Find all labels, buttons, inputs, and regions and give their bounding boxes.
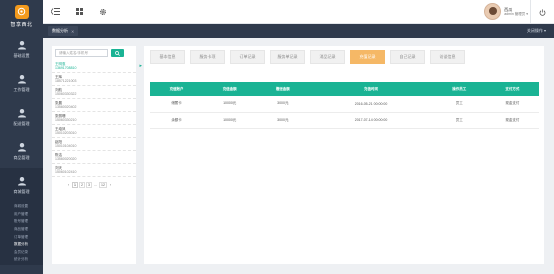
sidebar-item-label: 基础设置 bbox=[13, 52, 30, 58]
detail-panel: 基本信息 服务卡项 订单记录 服务单记录 消品记录 充值记录 自己记录 访谈信息… bbox=[144, 46, 544, 264]
submenu-item[interactable]: 商城设置 bbox=[0, 203, 43, 211]
list-item[interactable]: 刘天 15060102410 bbox=[52, 164, 136, 177]
sidebar-item-work[interactable]: 工作管理 bbox=[0, 66, 43, 100]
chevron-right-icon: ▸ bbox=[139, 63, 142, 69]
page-button[interactable]: 12 bbox=[99, 182, 107, 188]
page-button[interactable]: 1 bbox=[72, 182, 78, 188]
sidebar-submenu: 商城设置 用户管理 账号管理 商品管理 订单管理 数据分析 会员记录 统计分析 bbox=[0, 202, 43, 265]
table-cell: 10000元 bbox=[203, 96, 257, 113]
detail-tabs: 基本信息 服务卡项 订单记录 服务单记录 消品记录 充值记录 自己记录 访谈信息 bbox=[144, 46, 544, 64]
prev-page-icon[interactable]: ‹ bbox=[66, 182, 71, 188]
gear-icon[interactable] bbox=[91, 0, 115, 24]
page-button[interactable]: 3 bbox=[86, 182, 92, 188]
tab-orders[interactable]: 订单记录 bbox=[230, 50, 265, 64]
list-item[interactable]: 陈洁 13560020020 bbox=[52, 151, 136, 164]
grid-icon[interactable] bbox=[67, 0, 91, 24]
search-input[interactable]: 请输入姓名/手机号 bbox=[55, 49, 108, 57]
column-header: 操作员工 bbox=[432, 82, 486, 96]
table-cell: 10000元 bbox=[203, 112, 257, 129]
tab-basic-info[interactable]: 基本信息 bbox=[150, 50, 185, 64]
tab-self-records[interactable]: 自己记录 bbox=[390, 50, 425, 64]
table-cell: 2016-05-21 00:00:00 bbox=[309, 96, 433, 113]
submenu-item[interactable]: 会员记录 bbox=[0, 249, 43, 257]
tab-current-label: 数据分析 bbox=[52, 28, 68, 33]
sidebar-item-basic-settings[interactable]: 基础设置 bbox=[0, 32, 43, 66]
sidebar-item-mall[interactable]: 商城管理 bbox=[0, 168, 43, 202]
page-button[interactable]: 2 bbox=[79, 182, 85, 188]
tab-bar: 数据分析 ✕ 关闭操作 ▾ bbox=[43, 24, 554, 38]
column-header: 充值账户 bbox=[150, 82, 204, 96]
search-row: 请输入姓名/手机号 bbox=[52, 46, 136, 60]
sidebar-item-label: 商城管理 bbox=[13, 188, 30, 194]
submenu-item[interactable]: 账号管理 bbox=[0, 218, 43, 226]
tab-service-cards[interactable]: 服务卡项 bbox=[190, 50, 225, 64]
list-item[interactable]: 王培凤 15010203010 bbox=[52, 125, 136, 138]
page-ellipsis: ... bbox=[94, 183, 97, 187]
tab-consumption[interactable]: 消品记录 bbox=[310, 50, 345, 64]
close-operations-button[interactable]: 关闭操作 ▾ bbox=[527, 28, 546, 34]
list-item[interactable]: 王明惠 13691708810 ▸ bbox=[52, 60, 142, 73]
table-cell: 员工 bbox=[432, 96, 486, 113]
sidebar-item-label: 工作管理 bbox=[13, 86, 30, 92]
table-cell: 员工 bbox=[432, 112, 486, 129]
list-item[interactable]: 赵阳 15010104010 bbox=[52, 138, 136, 151]
logo-icon bbox=[14, 4, 29, 19]
next-page-icon[interactable]: › bbox=[108, 182, 113, 188]
sidebar-item-label: 商品管理 bbox=[13, 154, 30, 160]
table-header-row: 充值账户 充值金额 赠送金额 充值时间 操作员工 支付方式 bbox=[150, 82, 539, 96]
table-cell: 3000元 bbox=[256, 112, 310, 129]
submenu-item[interactable]: 用户管理 bbox=[0, 211, 43, 219]
table-cell: 2017-07-14 00:00:00 bbox=[309, 112, 433, 129]
tab-current[interactable]: 数据分析 ✕ bbox=[48, 26, 79, 36]
menu-collapse-icon[interactable] bbox=[43, 0, 67, 24]
list-item[interactable]: 刘航 15060330322 bbox=[52, 86, 136, 99]
sidebar-item-delivery[interactable]: 配送管理 bbox=[0, 100, 43, 134]
user-icon bbox=[17, 40, 26, 49]
sidebar-item-goods[interactable]: 商品管理 bbox=[0, 134, 43, 168]
search-button[interactable] bbox=[111, 49, 124, 57]
user-menu[interactable]: 西瓜 admin 管理员 ▾ bbox=[484, 3, 528, 20]
recharge-table: 充值账户 充值金额 赠送金额 充值时间 操作员工 支付方式 储蓄卡 10000元… bbox=[150, 82, 539, 129]
table-row: 余额卡 10000元 3000元 2017-07-14 00:00:00 员工 … bbox=[150, 112, 539, 129]
user-icon bbox=[17, 108, 26, 117]
submenu-item[interactable]: 统计分析 bbox=[0, 256, 43, 264]
column-header: 充值时间 bbox=[309, 82, 433, 96]
tab-visits[interactable]: 访谈信息 bbox=[430, 50, 465, 64]
chevron-down-icon: ▾ bbox=[526, 11, 528, 16]
table-cell: 现金支付 bbox=[485, 96, 539, 113]
column-header: 充值金额 bbox=[203, 82, 257, 96]
search-icon bbox=[115, 50, 120, 56]
app-logo[interactable]: 智享西北 bbox=[0, 0, 43, 32]
power-icon[interactable] bbox=[530, 0, 554, 24]
list-item[interactable]: 王辉 18571221003 bbox=[52, 73, 136, 86]
table-cell: 储蓄卡 bbox=[150, 96, 204, 113]
chevron-down-icon: ▾ bbox=[543, 28, 546, 33]
top-bar: 西瓜 admin 管理员 ▾ bbox=[43, 0, 554, 24]
tab-recharge[interactable]: 充值记录 bbox=[350, 50, 385, 64]
table-cell: 现金支付 bbox=[485, 112, 539, 129]
user-icon bbox=[17, 74, 26, 83]
avatar bbox=[484, 3, 502, 20]
user-role: admin 管理员 ▾ bbox=[504, 11, 528, 16]
user-icon bbox=[17, 176, 26, 185]
pagination: ‹ 1 2 3 ... 12 › bbox=[52, 177, 136, 188]
table-cell: 余额卡 bbox=[150, 112, 204, 129]
submenu-item[interactable]: 商品管理 bbox=[0, 226, 43, 234]
tab-service-orders[interactable]: 服务单记录 bbox=[270, 50, 305, 64]
column-header: 赠送金额 bbox=[256, 82, 310, 96]
close-icon[interactable]: ✕ bbox=[71, 29, 74, 34]
list-item[interactable]: 张丽珊 15060330210 bbox=[52, 112, 136, 125]
table-cell: 3000元 bbox=[256, 96, 310, 113]
table-row: 储蓄卡 10000元 3000元 2016-05-21 00:00:00 员工 … bbox=[150, 96, 539, 113]
member-list-panel: 请输入姓名/手机号 王明惠 13691708810 ▸ 王辉 185712210… bbox=[52, 46, 142, 264]
logo-text: 智享西北 bbox=[10, 21, 33, 28]
sidebar-item-label: 配送管理 bbox=[13, 120, 30, 126]
submenu-item-active[interactable]: 数据分析 bbox=[0, 241, 43, 249]
user-icon bbox=[17, 142, 26, 151]
sidebar: 智享西北 基础设置 工作管理 配送管理 商品管理 商城管理 商城设置 用户管理 … bbox=[0, 0, 43, 274]
submenu-item[interactable]: 订单管理 bbox=[0, 233, 43, 241]
column-header: 支付方式 bbox=[485, 82, 539, 96]
list-item[interactable]: 张晨 13560020402 bbox=[52, 99, 136, 112]
